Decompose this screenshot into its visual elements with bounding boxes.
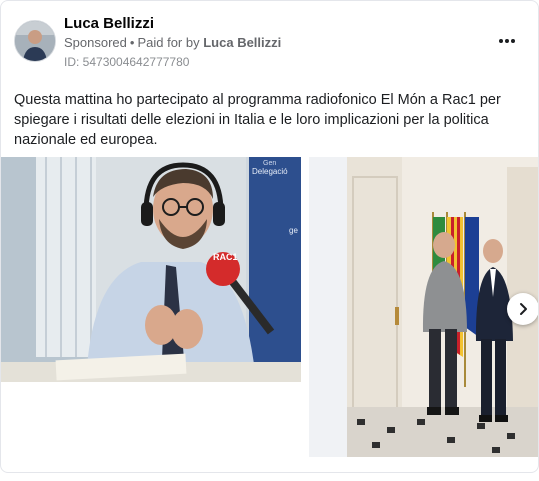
more-horizontal-icon [499,39,503,43]
sponsored-line: Sponsored • Paid for by Luca Bellizzi [64,35,281,50]
ad-card: Luca Bellizzi Sponsored • Paid for by Luca… [0,0,539,473]
post-text: Questa mattina ho partecipato al program… [14,92,501,148]
banner-text: Delegació [252,167,288,176]
more-dot [511,39,515,43]
mic-logo: RAC1 [213,252,238,262]
carousel-spacer [309,157,347,457]
carousel-next-button[interactable] [507,293,538,325]
paid-for-label: Paid for by [137,35,200,50]
more-options-button[interactable] [495,31,519,51]
separator: • [129,35,135,50]
author-name[interactable]: Luca Bellizzi [64,15,154,32]
media-carousel[interactable]: Gen Delegació ge RAC1 [1,157,538,457]
banner-text-top: Gen [263,160,276,167]
banner-text-small: ge [289,226,298,235]
carousel-image-radio-studio[interactable]: Gen Delegació ge RAC1 [1,157,301,382]
sponsored-label: Sponsored [64,35,127,50]
more-dot [505,39,509,43]
chevron-right-icon [520,303,527,315]
avatar[interactable] [14,20,56,62]
ad-id: ID: 5473004642777780 [64,55,190,69]
payer-name: Luca Bellizzi [203,35,282,50]
